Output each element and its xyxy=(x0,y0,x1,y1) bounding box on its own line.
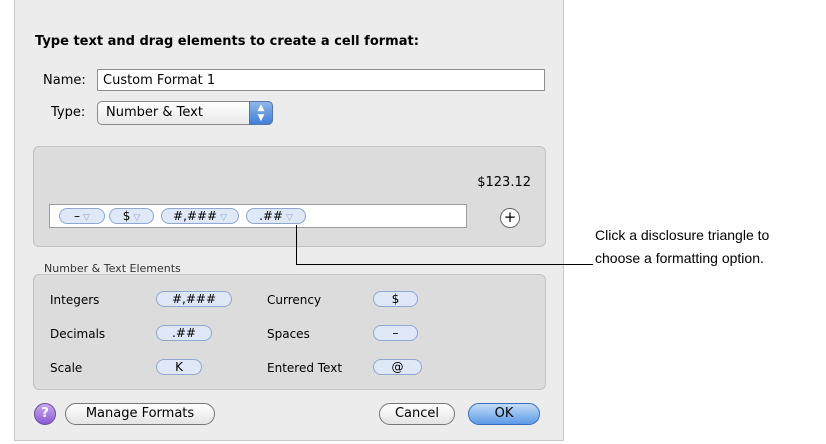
entered-text-element[interactable]: @ xyxy=(373,359,422,375)
disclosure-triangle-icon[interactable]: ▽ xyxy=(220,213,227,223)
name-label: Name: xyxy=(43,73,86,88)
disclosure-triangle-icon[interactable]: ▽ xyxy=(83,213,90,223)
popup-arrows-icon: ▲ ▼ xyxy=(249,101,273,125)
manage-formats-button[interactable]: Manage Formats xyxy=(65,403,215,425)
custom-format-dialog: Type text and drag elements to create a … xyxy=(14,0,564,441)
integers-label: Integers xyxy=(50,293,100,307)
callout-leader-line xyxy=(296,225,297,264)
format-preview: $123.12 xyxy=(477,175,531,190)
scale-element[interactable]: K xyxy=(156,359,202,375)
format-token-field[interactable]: – ▽ $ ▽ #,### ▽ .## ▽ xyxy=(49,204,467,228)
currency-label: Currency xyxy=(267,293,322,307)
format-editor: $123.12 – ▽ $ ▽ #,### ▽ .## ▽ + xyxy=(33,146,546,247)
elements-palette: Integers #,### Currency $ Decimals .## S… xyxy=(33,274,546,390)
ok-button[interactable]: OK xyxy=(468,403,540,425)
decimals-element[interactable]: .## xyxy=(156,325,212,341)
disclosure-triangle-icon[interactable]: ▽ xyxy=(286,213,293,223)
format-token-integers[interactable]: #,### ▽ xyxy=(161,208,239,224)
callout-leader-line xyxy=(296,264,593,265)
spaces-label: Spaces xyxy=(267,327,310,341)
type-label: Type: xyxy=(51,105,86,120)
entered-text-label: Entered Text xyxy=(267,361,343,375)
callout-text-line-2: choose a formatting option. xyxy=(595,250,764,266)
decimals-label: Decimals xyxy=(50,327,106,341)
format-token-currency[interactable]: $ ▽ xyxy=(109,208,154,224)
format-token-space[interactable]: – ▽ xyxy=(59,208,105,224)
cancel-button[interactable]: Cancel xyxy=(379,403,455,425)
type-popup-value: Number & Text xyxy=(106,105,203,120)
add-element-button[interactable]: + xyxy=(500,208,520,228)
disclosure-triangle-icon[interactable]: ▽ xyxy=(133,213,140,223)
integers-element[interactable]: #,### xyxy=(156,291,232,307)
help-button[interactable]: ? xyxy=(34,403,56,425)
spaces-element[interactable]: – xyxy=(373,325,418,341)
format-token-decimals[interactable]: .## ▽ xyxy=(246,208,306,224)
callout-text-line-1: Click a disclosure triangle to xyxy=(595,227,770,243)
type-popup[interactable]: Number & Text ▲ ▼ xyxy=(97,101,273,125)
scale-label: Scale xyxy=(50,361,83,375)
name-field[interactable] xyxy=(97,69,545,91)
dialog-title: Type text and drag elements to create a … xyxy=(35,34,419,49)
plus-icon: + xyxy=(503,208,517,226)
currency-element[interactable]: $ xyxy=(373,291,418,307)
